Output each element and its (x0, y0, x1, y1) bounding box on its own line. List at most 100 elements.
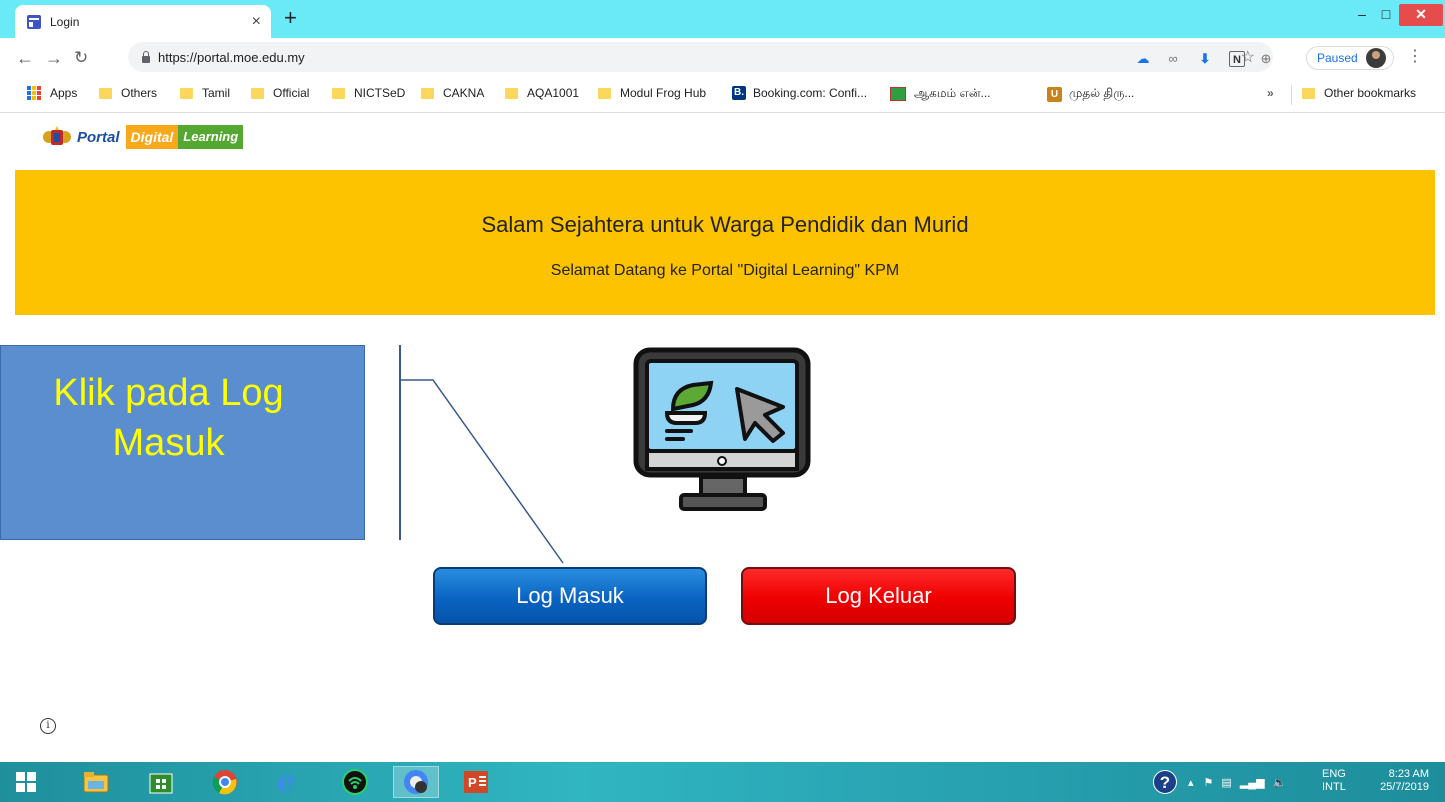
site-favicon-icon: U (1047, 86, 1062, 102)
tab-close-icon[interactable]: × (252, 13, 261, 30)
windows-logo-icon (16, 772, 36, 792)
browser-toolbar: ← → ↻ https://portal.moe.edu.my ☆ ☁ ∞ ⬇ … (0, 38, 1445, 78)
bookmark-divider (1291, 85, 1292, 105)
volume-icon[interactable]: 🔈 (1273, 776, 1287, 789)
window-maximize-button[interactable]: □ (1374, 4, 1398, 26)
new-tab-button[interactable]: + (284, 7, 297, 29)
forward-arrow-icon[interactable]: → (45, 48, 63, 69)
instruction-callout: Klik pada Log Masuk (0, 345, 365, 540)
bookmark-label: Official (273, 86, 310, 100)
bookmark-folder-aqa1001[interactable]: AQA1001 (505, 86, 579, 100)
bookmark-label: Apps (50, 86, 78, 100)
clock-date: 25/7/2019 (1380, 781, 1429, 793)
flag-icon[interactable]: ⚑ (1204, 776, 1214, 789)
avatar (1365, 48, 1386, 68)
reload-icon[interactable]: ↻ (74, 48, 88, 68)
logo-learning-text: Learning (178, 125, 244, 149)
log-masuk-button[interactable]: Log Masuk (433, 567, 707, 625)
bookmark-label: Other bookmarks (1324, 86, 1417, 100)
system-tray: ▴ ⚑ ▤ ▂▄▆ 🔈 (1188, 762, 1286, 802)
bookmark-label: Modul Frog Hub (620, 86, 707, 100)
bookmark-label: Tamil (202, 86, 231, 100)
bookmark-tamil-agamam[interactable]: ஆகமம் என்... (890, 86, 991, 102)
file-explorer-icon[interactable] (78, 766, 114, 798)
bookmark-booking[interactable]: B. Booking.com: Confi... (732, 86, 867, 100)
tab-title: Login (50, 14, 80, 29)
bookmark-folder-nictsed[interactable]: NICTSeD (332, 86, 405, 100)
paused-label: Paused (1317, 51, 1358, 65)
chrome-taskbar-icon[interactable] (207, 766, 243, 798)
clock-time: 8:23 AM (1388, 768, 1429, 780)
taskbar-clock[interactable]: 8:23 AM 25/7/2019 (1347, 768, 1429, 794)
bookmarks-bar: Apps Others Tamil Official NICTSeD CAKNA… (0, 78, 1445, 113)
tray-expand-chevron-icon[interactable]: ▴ (1188, 776, 1194, 789)
page-favicon-icon (27, 14, 41, 29)
link-extension-icon[interactable]: ∞ (1165, 51, 1181, 67)
network-icon[interactable]: ▤ (1221, 776, 1231, 789)
bookmark-label: முதல் திரு... (1069, 86, 1135, 100)
bookmark-folder-modul-frog-hub[interactable]: Modul Frog Hub (598, 86, 706, 100)
chrome-menu-icon[interactable]: ⋮ (1407, 49, 1423, 65)
welcome-banner: Salam Sejahtera untuk Warga Pendidik dan… (15, 170, 1435, 315)
language-code: ENG (1322, 768, 1346, 780)
cloud-extension-icon[interactable]: ☁ (1135, 51, 1151, 67)
n-extension-icon[interactable]: N (1229, 51, 1245, 67)
bookmark-folder-tamil[interactable]: Tamil (180, 86, 230, 100)
banner-title: Salam Sejahtera untuk Warga Pendidik dan… (481, 212, 969, 237)
logo-digital-text: Digital (125, 125, 179, 149)
portal-digital-learning-logo[interactable]: Portal Digital Learning (41, 125, 258, 149)
info-icon[interactable]: i (40, 718, 56, 734)
browser-tab-login[interactable]: Login × (15, 5, 271, 38)
computer-monitor-illustration-icon (633, 347, 811, 511)
bookmark-tamil-muthal[interactable]: U முதல் திரு... (1047, 86, 1134, 102)
bookmark-folder-others[interactable]: Others (99, 86, 157, 100)
window-minimize-button[interactable]: – (1350, 4, 1374, 26)
bookmark-apps[interactable]: Apps (27, 86, 77, 100)
bookmark-label: ஆகமம் என்... (914, 86, 991, 100)
bookmark-label: Others (121, 86, 158, 100)
folder-icon (99, 87, 112, 99)
malaysia-crest-icon (43, 126, 71, 145)
globe-extension-icon[interactable]: ⊕ (1258, 51, 1274, 67)
more-bookmarks-chevron-icon[interactable]: » (1267, 86, 1274, 100)
folder-icon (421, 87, 434, 99)
signal-icon[interactable]: ▂▄▆ (1240, 776, 1265, 789)
tab-strip: Login × + – □ ✕ (0, 0, 1445, 38)
start-button[interactable] (8, 766, 44, 798)
booking-favicon-icon: B. (732, 86, 746, 100)
store-icon[interactable] (143, 766, 179, 798)
bookmark-label: AQA1001 (527, 86, 580, 100)
bookmark-label: NICTSeD (354, 86, 406, 100)
download-extension-icon[interactable]: ⬇ (1197, 51, 1213, 67)
folder-icon (251, 87, 264, 99)
folder-icon (332, 87, 345, 99)
callout-text: Klik pada Log Masuk (1, 368, 336, 468)
window-close-button[interactable]: ✕ (1399, 4, 1443, 26)
lock-icon (142, 50, 150, 63)
back-arrow-icon[interactable]: ← (16, 48, 34, 69)
address-bar[interactable]: https://portal.moe.edu.my ☆ (128, 42, 1273, 72)
bookmark-folder-other-bookmarks[interactable]: Other bookmarks (1302, 86, 1416, 100)
internet-explorer-icon[interactable]: e (268, 766, 304, 798)
folder-icon (180, 87, 193, 99)
callout-line-2: Masuk (112, 422, 225, 464)
help-icon[interactable]: ? (1153, 770, 1177, 794)
chrome-profile-taskbar-icon[interactable] (393, 766, 439, 798)
callout-line-1: Klik pada Log (53, 372, 284, 414)
folder-icon (1302, 87, 1315, 99)
logo-portal-text: Portal (77, 128, 120, 146)
bookmark-label: CAKNA (443, 86, 485, 100)
apps-grid-icon (27, 86, 41, 100)
svg-text:P: P (468, 775, 477, 790)
input-language-indicator[interactable]: ENG INTL (1322, 768, 1346, 794)
banner-subtitle: Selamat Datang ke Portal "Digital Learni… (550, 262, 900, 279)
profile-sync-paused-button[interactable]: Paused (1306, 46, 1394, 70)
log-keluar-button[interactable]: Log Keluar (741, 567, 1016, 625)
powerpoint-icon[interactable]: P (458, 766, 494, 798)
wifi-app-icon[interactable] (337, 766, 373, 798)
bookmark-label: Booking.com: Confi... (753, 86, 868, 100)
bookmark-folder-official[interactable]: Official (251, 86, 309, 100)
url-text[interactable]: https://portal.moe.edu.my (158, 50, 305, 65)
site-favicon-icon (890, 87, 906, 101)
bookmark-folder-cakna[interactable]: CAKNA (421, 86, 484, 100)
